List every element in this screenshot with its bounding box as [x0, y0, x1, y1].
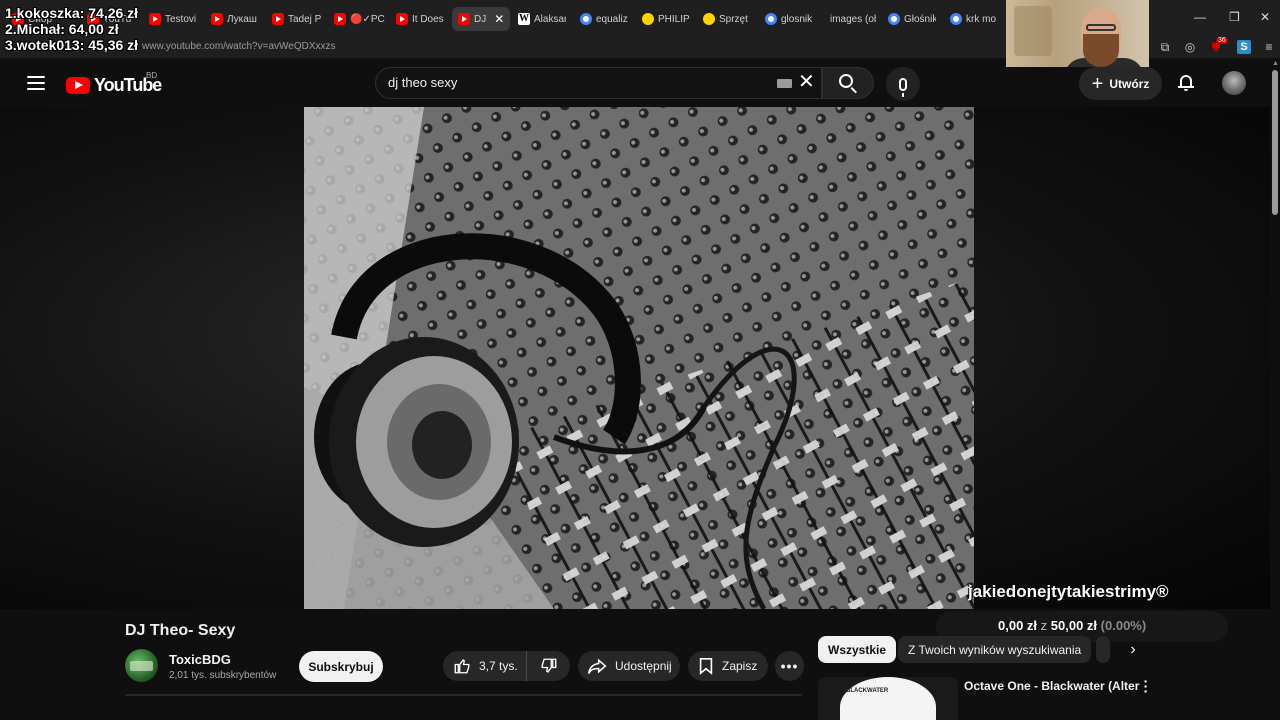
philips-favicon-icon: [642, 13, 654, 25]
close-tab-icon[interactable]: ✕: [494, 12, 504, 26]
browser-tab[interactable]: 🔴✓PC: [334, 9, 386, 29]
like-count: 3,7 tys.: [479, 659, 518, 673]
leaderboard-entry: 2.Michał: 64,00 zł: [5, 21, 119, 37]
search-box[interactable]: [375, 67, 822, 99]
browser-menu-icon[interactable]: ≡: [1262, 38, 1276, 56]
donation-goal-text: 0,00 zł z 50,00 zł (0.00%): [998, 618, 1147, 633]
subscriber-count: 2,01 tys. subskrybentów: [169, 670, 277, 681]
search-input[interactable]: [388, 75, 768, 90]
google-favicon-icon: [765, 13, 777, 25]
browser-tab[interactable]: PHILIPS: [642, 9, 690, 29]
mixer-headphones-illustration: [304, 107, 974, 609]
save-button[interactable]: Zapisz: [688, 651, 768, 681]
leaderboard-entry: 1.kokoszka: 74,26 zł: [5, 5, 139, 21]
chevron-right-icon[interactable]: ›: [1121, 636, 1145, 663]
plus-icon: +: [1091, 72, 1104, 95]
country-code: BD: [146, 71, 158, 80]
youtube-favicon-icon: [334, 13, 346, 25]
share-label: Udostępnij: [615, 659, 672, 673]
youtube-favicon-icon: [458, 13, 470, 25]
chip-partial[interactable]: [1096, 636, 1110, 663]
clear-search-icon[interactable]: ✕: [798, 72, 815, 92]
wikipedia-favicon-icon: W: [518, 13, 530, 25]
voice-search-button[interactable]: [886, 67, 920, 101]
description-divider: [125, 694, 802, 696]
save-label: Zapisz: [722, 659, 758, 673]
like-dislike-pill: 3,7 tys.: [443, 651, 570, 681]
dislike-button[interactable]: [527, 657, 570, 675]
youtube-favicon-icon: [396, 13, 408, 25]
search-button[interactable]: [822, 67, 874, 99]
bookmark-icon: [699, 657, 713, 675]
browser-tab[interactable]: Tadej P: [272, 9, 322, 29]
scrollbar-thumb[interactable]: [1272, 70, 1278, 215]
thumbs-down-icon: [541, 658, 556, 673]
keyboard-icon[interactable]: [777, 79, 792, 88]
chip-from-search[interactable]: Z Twoich wyników wyszukiwania: [898, 636, 1092, 663]
google-favicon-icon: [580, 13, 592, 25]
browser-tab[interactable]: Testovi: [149, 9, 199, 29]
philips-favicon-icon: [703, 13, 715, 25]
recommendation-thumbnail[interactable]: BLACKWATER: [818, 677, 958, 720]
youtube-favicon-icon: [149, 13, 161, 25]
browser-tab-active[interactable]: DJ ✕: [452, 7, 510, 31]
chip-all[interactable]: Wszystkie: [818, 636, 897, 663]
video-title: DJ Theo- Sexy: [125, 622, 236, 639]
close-window-icon[interactable]: ✕: [1260, 10, 1270, 24]
search-icon: [839, 74, 853, 88]
donation-leaderboard: 1.kokoszka: 74,26 zł 2.Michał: 64,00 zł …: [5, 5, 138, 53]
browser-tab[interactable]: Лукаш: [211, 9, 261, 29]
like-button[interactable]: 3,7 tys.: [443, 651, 527, 681]
browser-tab[interactable]: W Alaksar: [518, 9, 566, 29]
browser-tab[interactable]: krk mo: [950, 9, 1000, 29]
kebab-menu-icon[interactable]: · · ·: [1143, 674, 1149, 698]
youtube-play-icon: [66, 77, 90, 94]
browser-tab[interactable]: Sprzęt: [703, 9, 751, 29]
notifications-bell-icon[interactable]: [1178, 74, 1194, 91]
microphone-icon: [899, 77, 907, 97]
account-avatar[interactable]: [1222, 71, 1246, 95]
s-extension-icon[interactable]: S: [1236, 38, 1252, 56]
google-favicon-icon: [950, 13, 962, 25]
channel-name[interactable]: ToxicBDG: [169, 652, 231, 667]
leaderboard-entry: 3.wotek013: 45,36 zł: [5, 37, 139, 53]
browser-tab[interactable]: glosnik: [765, 9, 813, 29]
youtube-favicon-icon: [272, 13, 284, 25]
gamepad-extension-icon[interactable]: ◎: [1182, 38, 1198, 56]
extensions-icon[interactable]: ⧉: [1158, 38, 1172, 56]
maximize-icon[interactable]: ❐: [1229, 10, 1240, 24]
browser-tab[interactable]: Głośnik: [888, 9, 936, 29]
channel-avatar[interactable]: [125, 649, 158, 682]
more-actions-button[interactable]: •••: [775, 651, 804, 681]
browser-tab[interactable]: equaliz: [580, 9, 630, 29]
stream-watermark: jakiedonejtytakiestrimy®: [968, 582, 1169, 601]
video-frame-mixing-console-headphones[interactable]: [304, 107, 974, 609]
share-button[interactable]: Udostępnij: [578, 651, 680, 681]
youtube-favicon-icon: [211, 13, 223, 25]
google-favicon-icon: [888, 13, 900, 25]
thumbs-up-icon: [454, 659, 470, 674]
scroll-up-icon[interactable]: ▲: [1272, 60, 1279, 67]
streamer-webcam: [1006, 0, 1149, 67]
recommendation-title[interactable]: Octave One - Blackwater (Alter: [964, 679, 1139, 693]
browser-tab[interactable]: It Does: [396, 9, 446, 29]
recommendation-thumb-label: BLACKWATER: [846, 688, 889, 694]
create-button[interactable]: + Utwórz: [1079, 67, 1162, 100]
extension-badge: 36: [1216, 37, 1228, 44]
browser-tab[interactable]: images (ob: [826, 9, 876, 29]
subscribe-button[interactable]: Subskrybuj: [299, 651, 383, 682]
share-arrow-icon: [587, 658, 607, 674]
create-label: Utwórz: [1109, 76, 1150, 91]
menu-icon[interactable]: [27, 76, 45, 90]
minimize-icon[interactable]: —: [1194, 10, 1206, 24]
url-text[interactable]: www.youtube.com/watch?v=avWeQDXxxzs: [142, 41, 336, 52]
